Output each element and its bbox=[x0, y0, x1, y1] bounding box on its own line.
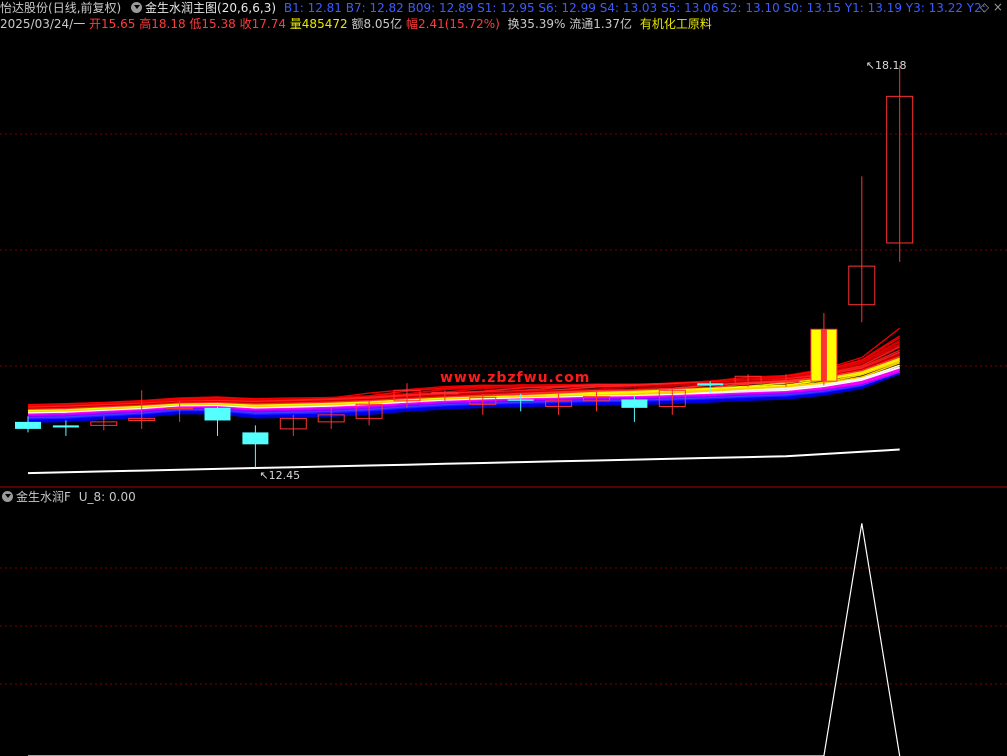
candle-22 bbox=[848, 176, 876, 323]
watermark-text: www.zbzfwu.com bbox=[440, 370, 591, 386]
quote-float: 流通1.37亿 bbox=[569, 17, 632, 31]
candle-23 bbox=[886, 65, 914, 262]
quote-header: 2025/03/24/一 开15.65 高18.18 低15.38 收17.74… bbox=[0, 16, 716, 32]
subchart-readout: U_8: 0.00 bbox=[78, 490, 136, 504]
candle-1 bbox=[52, 420, 79, 436]
ma-readout: B1: 12.81 B7: 12.82 B09: 12.89 S1: 12.95… bbox=[283, 1, 986, 15]
subchart-dropdown-icon[interactable] bbox=[2, 491, 13, 502]
indicator-name[interactable]: 金生水润主图(20,6,6,3) bbox=[145, 0, 276, 16]
main-header: 怡达股份(日线,前复权) 金生水润主图(20,6,6,3) B1: 12.81 … bbox=[0, 0, 990, 16]
candle-5 bbox=[204, 406, 231, 436]
candle-body-20 bbox=[772, 380, 800, 383]
close-icon[interactable]: ◇ × bbox=[980, 0, 1003, 14]
candle-body-13 bbox=[507, 399, 534, 401]
indicator-line bbox=[28, 523, 901, 756]
quote-change: 幅2.41(15.72%) bbox=[406, 17, 500, 31]
candle-body-5 bbox=[204, 407, 231, 421]
candle-body-stripe-21 bbox=[820, 329, 827, 382]
candle-7 bbox=[279, 414, 307, 436]
candle-21 bbox=[810, 313, 838, 386]
candle-body-0 bbox=[15, 421, 41, 429]
ma-ribbon bbox=[27, 327, 901, 475]
candle-body-1 bbox=[52, 425, 79, 428]
quote-high: 高18.18 bbox=[139, 17, 186, 31]
quote-close: 收17.74 bbox=[239, 17, 286, 31]
indicator-dropdown-icon[interactable] bbox=[131, 2, 143, 13]
quote-open: 开15.65 bbox=[89, 17, 136, 31]
quote-turnover: 换35.39% bbox=[507, 17, 566, 31]
candle-6 bbox=[242, 425, 269, 468]
quote-date: 2025/03/24/一 bbox=[0, 17, 86, 31]
candle-body-16 bbox=[621, 399, 648, 408]
period-label[interactable]: (日线,前复权) bbox=[48, 0, 121, 16]
subchart-header: 金生水润F U_8: 0.00 bbox=[0, 489, 140, 505]
indicator-series-line bbox=[28, 523, 901, 756]
quote-amount: 额8.05亿 bbox=[351, 17, 403, 31]
subchart-title[interactable]: 金生水润F bbox=[16, 489, 71, 505]
annotation-label-0: ↖18.18 bbox=[865, 59, 907, 73]
stock-name[interactable]: 怡达股份 bbox=[0, 0, 48, 16]
quote-volume: 量485472 bbox=[289, 17, 348, 31]
ribbon-floor-line bbox=[27, 448, 900, 475]
candle-12 bbox=[469, 393, 497, 415]
annotation-label-1: ↖12.45 bbox=[259, 469, 301, 483]
sector-label[interactable]: 有机化工原料 bbox=[640, 16, 712, 32]
candle-body-18 bbox=[697, 383, 724, 386]
quote-low: 低15.38 bbox=[189, 17, 236, 31]
candle-body-4 bbox=[166, 407, 194, 410]
candle-body-6 bbox=[242, 432, 269, 445]
